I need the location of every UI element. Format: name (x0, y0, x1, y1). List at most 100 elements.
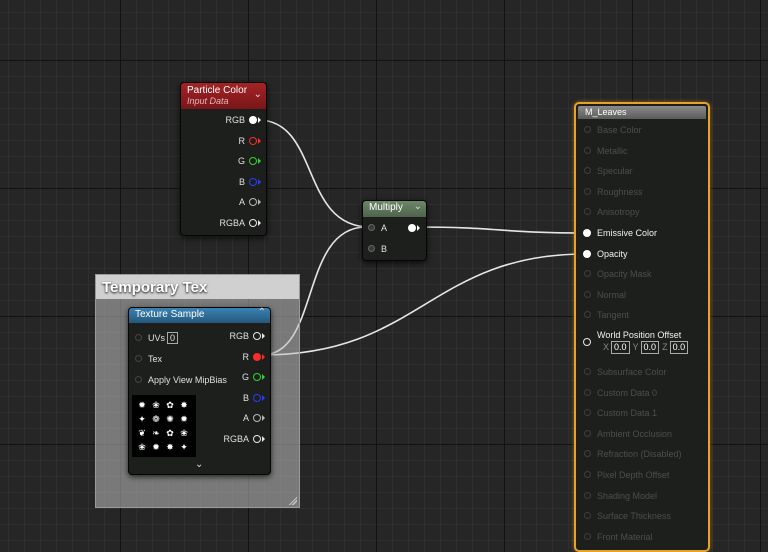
pin-icon[interactable] (584, 471, 591, 478)
pin-icon[interactable] (583, 249, 591, 258)
multiply-input-b[interactable]: B (368, 242, 398, 256)
material-input-shading-model[interactable]: Shading Model (583, 489, 701, 503)
pin-icon[interactable] (584, 388, 591, 396)
particle-color-output-rgb[interactable]: RGB (190, 113, 261, 127)
material-input-specular[interactable]: Specular (583, 164, 701, 178)
particle-color-output-b[interactable]: B (190, 175, 261, 189)
leaf-sprite-icon: ✹ (138, 400, 146, 410)
wpo-y-field[interactable]: 0.0 (640, 341, 660, 354)
pin-arrow-icon (262, 353, 265, 360)
material-input-surface-thickness[interactable]: Surface Thickness (583, 509, 701, 523)
pin-icon[interactable] (584, 290, 591, 298)
pin-icon[interactable] (253, 332, 261, 340)
multiply-node[interactable]: Multiply ⌄ A B (362, 200, 427, 261)
pin-icon[interactable] (584, 450, 591, 458)
chevron-down-icon[interactable]: ⌄ (254, 89, 262, 100)
multiply-header[interactable]: Multiply ⌄ (363, 201, 426, 217)
comment-resize-handle[interactable] (289, 497, 297, 505)
chevron-down-icon[interactable]: ⌄ (414, 201, 422, 212)
material-input-front-material[interactable]: Front Material (583, 530, 701, 544)
material-input-custom-data-0[interactable]: Custom Data 0 (583, 386, 701, 400)
pin-icon[interactable] (135, 376, 142, 383)
pin-icon[interactable] (368, 224, 375, 231)
pin-icon[interactable] (584, 409, 591, 417)
multiply-output-pin[interactable] (408, 224, 416, 232)
leaf-sprite-icon: ❁ (152, 414, 160, 424)
multiply-input-a[interactable]: A (368, 221, 398, 235)
material-input-refraction-disabled[interactable]: Refraction (Disabled) (583, 447, 701, 461)
material-input-ambient-occlusion[interactable]: Ambient Occlusion (583, 427, 701, 441)
uvs-input[interactable]: UVs 0 (135, 331, 195, 345)
particle-color-subtitle: Input Data (187, 96, 229, 106)
pin-icon[interactable] (584, 512, 591, 520)
pin-icon[interactable] (584, 270, 591, 278)
texture-sample-header[interactable]: Texture Sample ⌃ (129, 307, 270, 323)
texture-output-a[interactable]: A (209, 411, 267, 425)
particle-color-output-a[interactable]: A (190, 195, 261, 209)
pin-icon[interactable] (249, 116, 257, 124)
texture-output-rgba[interactable]: RGBA (209, 432, 267, 446)
pin-icon[interactable] (584, 368, 591, 375)
material-input-pixel-depth-offset[interactable]: Pixel Depth Offset (583, 468, 701, 482)
pin-icon[interactable] (135, 334, 142, 341)
pin-icon[interactable] (584, 429, 591, 437)
texture-output-b[interactable]: B (209, 391, 267, 405)
pin-icon[interactable] (584, 208, 591, 216)
pin-arrow-icon (258, 178, 261, 185)
wpo-x-field[interactable]: 0.0 (611, 341, 630, 354)
pin-icon[interactable] (253, 393, 261, 402)
pin-icon[interactable] (253, 414, 261, 423)
chevron-down-icon[interactable]: ⌄ (195, 459, 203, 470)
pin-icon[interactable] (253, 352, 261, 361)
texture-output-r[interactable]: R (209, 350, 267, 364)
material-input-normal[interactable]: Normal (583, 288, 701, 302)
pin-icon[interactable] (253, 373, 261, 382)
material-input-base-color[interactable]: Base Color (583, 123, 701, 137)
material-header[interactable]: M_Leaves (578, 106, 706, 119)
leaf-sprite-icon: ❧ (152, 428, 160, 438)
pin-icon[interactable] (249, 219, 257, 227)
wpo-z-field[interactable]: 0.0 (669, 341, 689, 354)
wire-texture-r-to-opacity (261, 253, 587, 356)
particle-color-output-rgba[interactable]: RGBA (190, 216, 261, 230)
uvs-value-field[interactable]: 0 (167, 332, 179, 344)
material-input-custom-data-1[interactable]: Custom Data 1 (583, 406, 701, 420)
pin-icon[interactable] (253, 435, 261, 443)
material-title: M_Leaves (585, 107, 627, 117)
pin-icon[interactable] (135, 355, 142, 362)
material-input-emissive-color[interactable]: Emissive Color (583, 226, 701, 240)
material-input-opacity[interactable]: Opacity (583, 247, 701, 261)
texture-sample-node[interactable]: Texture Sample ⌃ UVs 0 Tex Apply View Mi… (128, 307, 271, 475)
texture-output-rgb[interactable]: RGB (209, 329, 267, 343)
pin-icon[interactable] (249, 177, 257, 186)
particle-color-output-g[interactable]: G (190, 154, 261, 168)
pin-icon[interactable] (583, 229, 591, 237)
material-input-label: Custom Data 0 (597, 387, 658, 398)
pin-icon[interactable] (249, 198, 257, 207)
pin-icon[interactable] (583, 338, 591, 346)
particle-color-output-r[interactable]: R (190, 134, 261, 148)
material-input-world-position-offset[interactable]: World Position Offset X 0.0 Y 0.0 Z 0.0 (583, 329, 701, 354)
pin-icon[interactable] (368, 245, 375, 252)
chevron-up-icon[interactable]: ⌃ (258, 307, 266, 318)
material-input-opacity-mask[interactable]: Opacity Mask (583, 267, 701, 281)
material-input-anisotropy[interactable]: Anisotropy (583, 205, 701, 219)
material-input-subsurface-color[interactable]: Subsurface Color (583, 365, 701, 379)
texture-output-g[interactable]: G (209, 370, 267, 384)
material-input-metallic[interactable]: Metallic (583, 144, 701, 158)
pin-icon[interactable] (584, 311, 591, 319)
tex-input[interactable]: Tex (135, 352, 195, 366)
pin-icon[interactable] (584, 187, 591, 195)
pin-icon[interactable] (249, 136, 257, 145)
pin-icon[interactable] (584, 126, 591, 133)
pin-icon[interactable] (584, 146, 591, 154)
pin-icon[interactable] (249, 157, 257, 166)
material-input-tangent[interactable]: Tangent (583, 308, 701, 322)
pin-icon[interactable] (584, 491, 591, 499)
pin-icon[interactable] (584, 167, 591, 175)
leaf-sprite-icon: ✦ (180, 442, 188, 452)
particle-color-header[interactable]: Particle Color Input Data ⌄ (181, 83, 266, 109)
material-input-roughness[interactable]: Roughness (583, 185, 701, 199)
pin-icon[interactable] (584, 532, 591, 540)
comment-box-title[interactable]: Temporary Tex (96, 275, 299, 299)
